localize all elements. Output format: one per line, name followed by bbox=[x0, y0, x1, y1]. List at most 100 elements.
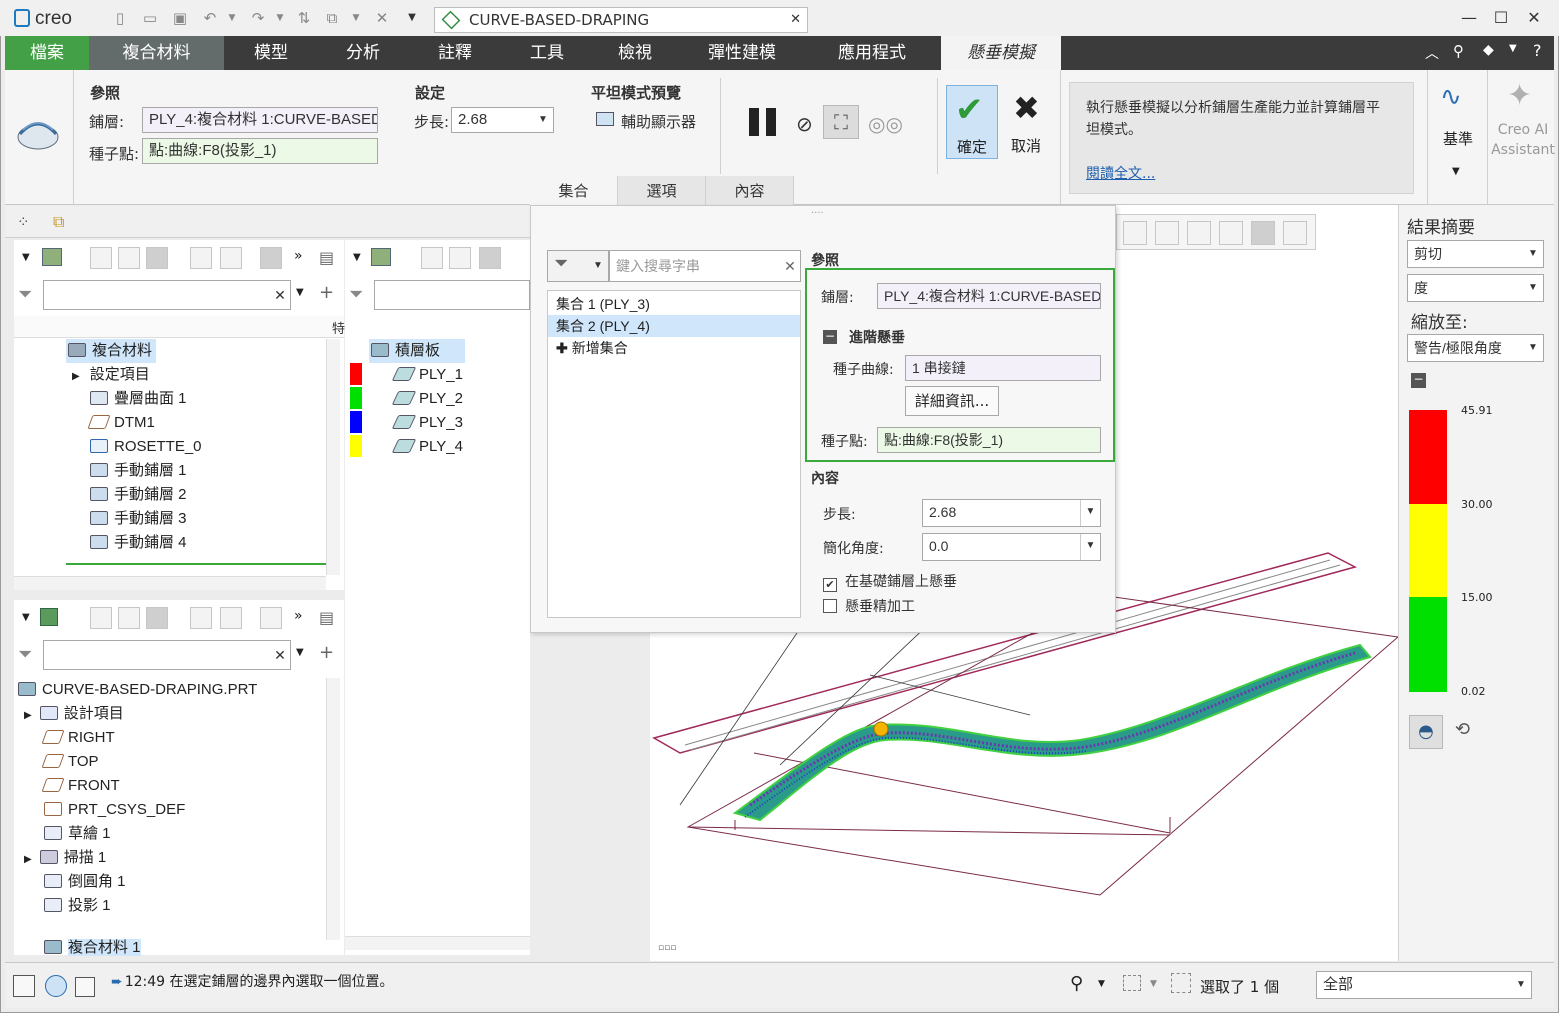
layers-icon[interactable] bbox=[421, 247, 443, 269]
scale-select[interactable]: 警告/極限角度 ▼ bbox=[1407, 334, 1544, 362]
browser-icon[interactable] bbox=[45, 975, 67, 997]
no-preview-icon[interactable]: ⊘ bbox=[796, 112, 813, 136]
document-tab[interactable]: CURVE-BASED-DRAPING ✕ bbox=[434, 7, 808, 33]
set-item-2[interactable]: 集合 2 (PLY_4) bbox=[548, 315, 800, 337]
close-tab-icon[interactable]: ✕ bbox=[790, 8, 801, 32]
view-saved-orient-icon[interactable] bbox=[1123, 221, 1147, 245]
help-icon[interactable]: ? bbox=[1533, 41, 1542, 60]
tree-item-sweep[interactable]: ▶ 掃描 1 bbox=[24, 846, 106, 870]
sets-filter-button[interactable]: ⏷ ▼ bbox=[547, 250, 609, 282]
tree-item-dtm1[interactable]: DTM1 bbox=[87, 411, 155, 435]
seed-curve-collector[interactable]: 1 串接鏈 bbox=[905, 355, 1101, 381]
aux-display-icon[interactable] bbox=[596, 112, 614, 126]
ply-collector[interactable]: PLY_4:複合材料 1:CURVE-BASED-D bbox=[142, 107, 378, 133]
tree-item-round[interactable]: 倒圓角 1 bbox=[44, 870, 126, 894]
model-search-dropdown-icon[interactable]: ▼ bbox=[296, 647, 304, 658]
learning-icon[interactable]: ◆ bbox=[1483, 42, 1494, 58]
tree-columns-icon[interactable] bbox=[146, 247, 168, 269]
undo-dropdown-icon[interactable]: ▼ bbox=[222, 8, 242, 28]
windows-icon[interactable]: ⧉ bbox=[322, 8, 342, 28]
find-icon[interactable]: ⚲ bbox=[1070, 973, 1083, 994]
model-settings-icon[interactable] bbox=[118, 607, 140, 629]
close-window-icon[interactable]: ✕ bbox=[372, 8, 392, 28]
sets-search-input[interactable]: 鍵入搜尋字串 ✕ bbox=[609, 250, 801, 282]
tab-sets[interactable]: 集合 bbox=[530, 176, 618, 206]
tab-view[interactable]: 檢視 bbox=[593, 36, 677, 70]
ok-button[interactable]: ✔ 確定 bbox=[946, 85, 998, 159]
laminate-table-icon[interactable] bbox=[449, 247, 471, 269]
tree-item-laminate[interactable]: 積層板 bbox=[369, 339, 465, 363]
tree-item-projection[interactable]: 投影 1 bbox=[44, 894, 111, 918]
tree-item-layup-surface[interactable]: 疊層曲面 1 bbox=[90, 387, 187, 411]
verify-mode-icon[interactable]: ⛶ bbox=[823, 105, 859, 139]
windows-dropdown-icon[interactable]: ▼ bbox=[346, 8, 366, 28]
regenerate-icon[interactable]: ⇅ bbox=[294, 8, 314, 28]
model-tree-tab-icon[interactable]: ⁘ bbox=[17, 213, 30, 231]
datum-button[interactable]: ∿ 基準 ▼ bbox=[1435, 78, 1481, 188]
tree-item-manual-ply-4[interactable]: 手動鋪層 4 bbox=[90, 531, 187, 555]
list-icon[interactable] bbox=[260, 247, 282, 269]
tab-analysis[interactable]: 分析 bbox=[317, 36, 409, 70]
popup-seed-point-collector[interactable]: 點:曲線:F8(投影_1) bbox=[877, 427, 1101, 453]
maximize-button[interactable]: ☐ bbox=[1486, 6, 1516, 30]
search-icon[interactable]: ⚲ bbox=[1453, 42, 1464, 60]
add-filter-icon[interactable]: + bbox=[319, 282, 334, 303]
full-screen-icon[interactable] bbox=[75, 977, 95, 997]
customize-toolbar-icon[interactable]: ▼ bbox=[402, 8, 422, 28]
datum-dropdown-icon[interactable]: ▼ bbox=[1452, 166, 1460, 177]
details-button[interactable]: 詳細資訊... bbox=[905, 386, 999, 416]
layer-tree-tab-icon[interactable]: ⧉ bbox=[53, 212, 64, 232]
redo-dropdown-icon[interactable]: ▼ bbox=[270, 8, 290, 28]
popup-step-select[interactable]: 2.68 ▼ bbox=[922, 499, 1101, 527]
popup-ply-collector[interactable]: PLY_4:複合材料 1:CURVE-BASED bbox=[877, 283, 1101, 309]
unit-select[interactable]: 度 ▼ bbox=[1407, 274, 1544, 302]
open-folder-icon[interactable]: ▭ bbox=[140, 8, 160, 28]
drape-on-base-option[interactable]: ✔ 在基礎鋪層上懸垂 bbox=[823, 571, 957, 592]
tree-item-design-items[interactable]: ▶ 設計項目 bbox=[24, 702, 124, 726]
redo-icon[interactable]: ↷ bbox=[248, 8, 268, 28]
doc-icon[interactable]: ▤ bbox=[319, 248, 334, 267]
tree-filter-icon[interactable] bbox=[90, 247, 112, 269]
tree-item-ply-1[interactable]: PLY_1 bbox=[391, 363, 463, 387]
box-select-icon[interactable] bbox=[1123, 975, 1141, 991]
seed-point-collector[interactable]: 點:曲線:F8(投影_1) bbox=[142, 138, 378, 164]
model-list-icon[interactable] bbox=[260, 607, 282, 629]
pause-icon[interactable] bbox=[749, 108, 779, 138]
laminate-search-input[interactable] bbox=[374, 280, 530, 310]
view-annotation-icon[interactable] bbox=[1251, 221, 1275, 245]
view-appearance-icon[interactable] bbox=[1283, 221, 1307, 245]
result-type-select[interactable]: 剪切 ▼ bbox=[1407, 240, 1544, 268]
close-button[interactable]: ✕ bbox=[1519, 6, 1549, 30]
show-on-model-icon[interactable]: ◓ bbox=[1409, 715, 1443, 749]
view-section-icon[interactable] bbox=[1187, 221, 1211, 245]
tree-item-front[interactable]: FRONT bbox=[41, 774, 120, 798]
model-tree-dropdown-icon[interactable]: ▼ bbox=[22, 612, 30, 623]
more-icon[interactable]: » bbox=[294, 248, 303, 264]
tree-item-top[interactable]: TOP bbox=[41, 750, 99, 774]
tree-item-ply-2[interactable]: PLY_2 bbox=[391, 387, 463, 411]
tree-item-right[interactable]: RIGHT bbox=[41, 726, 115, 750]
tree-dropdown-icon[interactable]: ▼ bbox=[22, 252, 30, 263]
legend-collapse-icon[interactable]: − bbox=[1411, 373, 1426, 388]
box-select-dropdown-icon[interactable]: ▼ bbox=[1150, 979, 1157, 989]
drape-on-base-checkbox[interactable]: ✔ bbox=[823, 578, 837, 592]
creo-ai-assistant-button[interactable]: ✦ Creo AI Assistant bbox=[1491, 78, 1555, 188]
tab-applications[interactable]: 應用程式 bbox=[807, 36, 937, 70]
selection-filter-select[interactable]: 全部 ▼ bbox=[1316, 971, 1532, 999]
drag-handle[interactable]: ···· bbox=[811, 208, 824, 219]
tab-tools[interactable]: 工具 bbox=[501, 36, 593, 70]
laminate-scrollbar-h[interactable] bbox=[345, 936, 530, 950]
refresh-results-icon[interactable]: ⟲ bbox=[1455, 719, 1470, 740]
tree-item-composite[interactable]: 複合材料 bbox=[66, 339, 156, 363]
tree-item-manual-ply-1[interactable]: 手動鋪層 1 bbox=[90, 459, 187, 483]
help-dropdown-icon[interactable]: ▼ bbox=[1509, 43, 1517, 54]
selected-count[interactable]: 選取了 1 個 bbox=[1200, 976, 1279, 997]
model-show-icon[interactable] bbox=[190, 607, 212, 629]
step-size-select[interactable]: 2.68 ▼ bbox=[451, 107, 554, 133]
new-file-icon[interactable]: ▯ bbox=[110, 8, 130, 28]
laminate-dropdown-icon[interactable]: ▼ bbox=[353, 252, 361, 263]
save-icon[interactable]: ▣ bbox=[170, 8, 190, 28]
tab-options[interactable]: 選項 bbox=[618, 176, 706, 206]
selection-icon[interactable] bbox=[1171, 973, 1191, 993]
tab-annotate[interactable]: 註釋 bbox=[409, 36, 501, 70]
